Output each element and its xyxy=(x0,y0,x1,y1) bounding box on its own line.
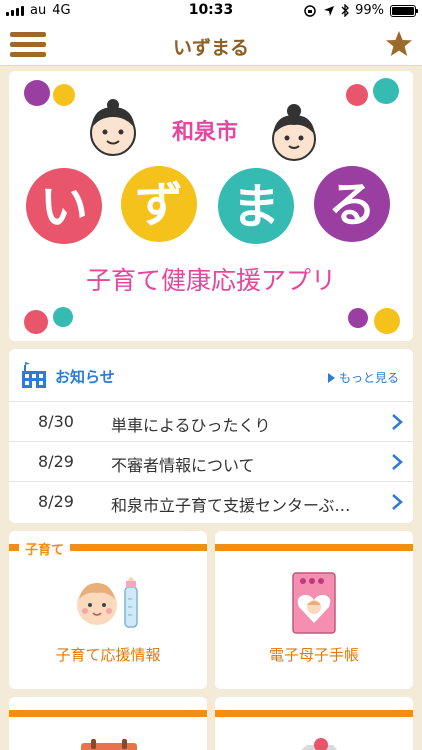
section-bar xyxy=(215,710,413,717)
status-bar: au 4G 10:33 99% xyxy=(0,0,422,22)
calendar-icon xyxy=(81,739,137,750)
chevron-right-icon xyxy=(392,454,403,470)
news-item[interactable]: 8/29 和泉市立子育て支援センターぶ… xyxy=(9,481,413,521)
news-text: 和泉市立子育て支援センターぶ… xyxy=(111,496,351,515)
tile-partial-right[interactable] xyxy=(215,697,413,750)
battery-percent: 99% xyxy=(355,3,384,18)
tile-label: 子育て応援情報 xyxy=(55,646,161,664)
news-date: 8/30 xyxy=(38,412,74,431)
handbook-icon xyxy=(292,572,336,634)
play-triangle-icon xyxy=(327,372,335,383)
chevron-right-icon xyxy=(392,494,403,510)
map-pin-icon xyxy=(301,738,337,750)
battery-icon xyxy=(390,4,418,17)
logo-char-2: ず xyxy=(135,177,183,233)
chevron-right-icon xyxy=(392,414,403,430)
news-date: 8/29 xyxy=(38,452,74,471)
app-banner: 和泉市 い ず ま る 子育て健康応援アプリ xyxy=(9,71,413,341)
section-tag: 子育て xyxy=(19,539,71,558)
bluetooth-icon xyxy=(341,4,350,17)
logo-char-4: る xyxy=(328,177,376,233)
more-link-label: もっと見る xyxy=(338,371,399,385)
location-icon xyxy=(324,5,335,16)
logo-char-3: ま xyxy=(232,179,280,235)
navigation-bar: いずまる xyxy=(0,22,422,66)
news-text: 不審者情報について xyxy=(111,456,255,475)
tile-partial-left[interactable] xyxy=(9,697,207,750)
news-card: お知らせ もっと見る 8/30 単車によるひったくり 8/29 不審者情報につい… xyxy=(9,349,413,523)
boy-character-icon xyxy=(90,99,136,156)
news-item[interactable]: 8/29 不審者情報について xyxy=(9,441,413,481)
maternal-handbook-tile[interactable]: 電子母子手帳 xyxy=(215,531,413,689)
orientation-lock-icon xyxy=(304,4,316,17)
baby-bottle-icon xyxy=(77,577,138,628)
logo-char-1: い xyxy=(40,179,88,235)
banner-subtitle: 子育て健康応援アプリ xyxy=(86,266,336,295)
news-date: 8/29 xyxy=(38,492,74,511)
girl-character-icon xyxy=(272,104,316,161)
more-link[interactable]: もっと見る xyxy=(327,369,399,386)
building-icon xyxy=(22,362,46,388)
tile-label: 電子母子手帳 xyxy=(268,646,359,664)
news-header: お知らせ もっと見る xyxy=(9,349,413,401)
section-bar xyxy=(9,710,207,717)
section-bar xyxy=(215,544,413,551)
status-right: 99% xyxy=(303,3,418,18)
banner-city-name: 和泉市 xyxy=(172,119,238,145)
childcare-support-tile[interactable]: 子育て 子育て応援情報 xyxy=(9,531,207,689)
news-text: 単車によるひったくり xyxy=(111,416,271,435)
news-title: お知らせ xyxy=(55,368,115,386)
battery-level xyxy=(392,6,414,15)
banner-artwork: 和泉市 い ず ま る 子育て健康応援アプリ xyxy=(24,78,400,334)
news-item[interactable]: 8/30 単車によるひったくり xyxy=(9,401,413,441)
page-title: いずまる xyxy=(172,37,249,59)
star-icon[interactable] xyxy=(384,29,414,59)
